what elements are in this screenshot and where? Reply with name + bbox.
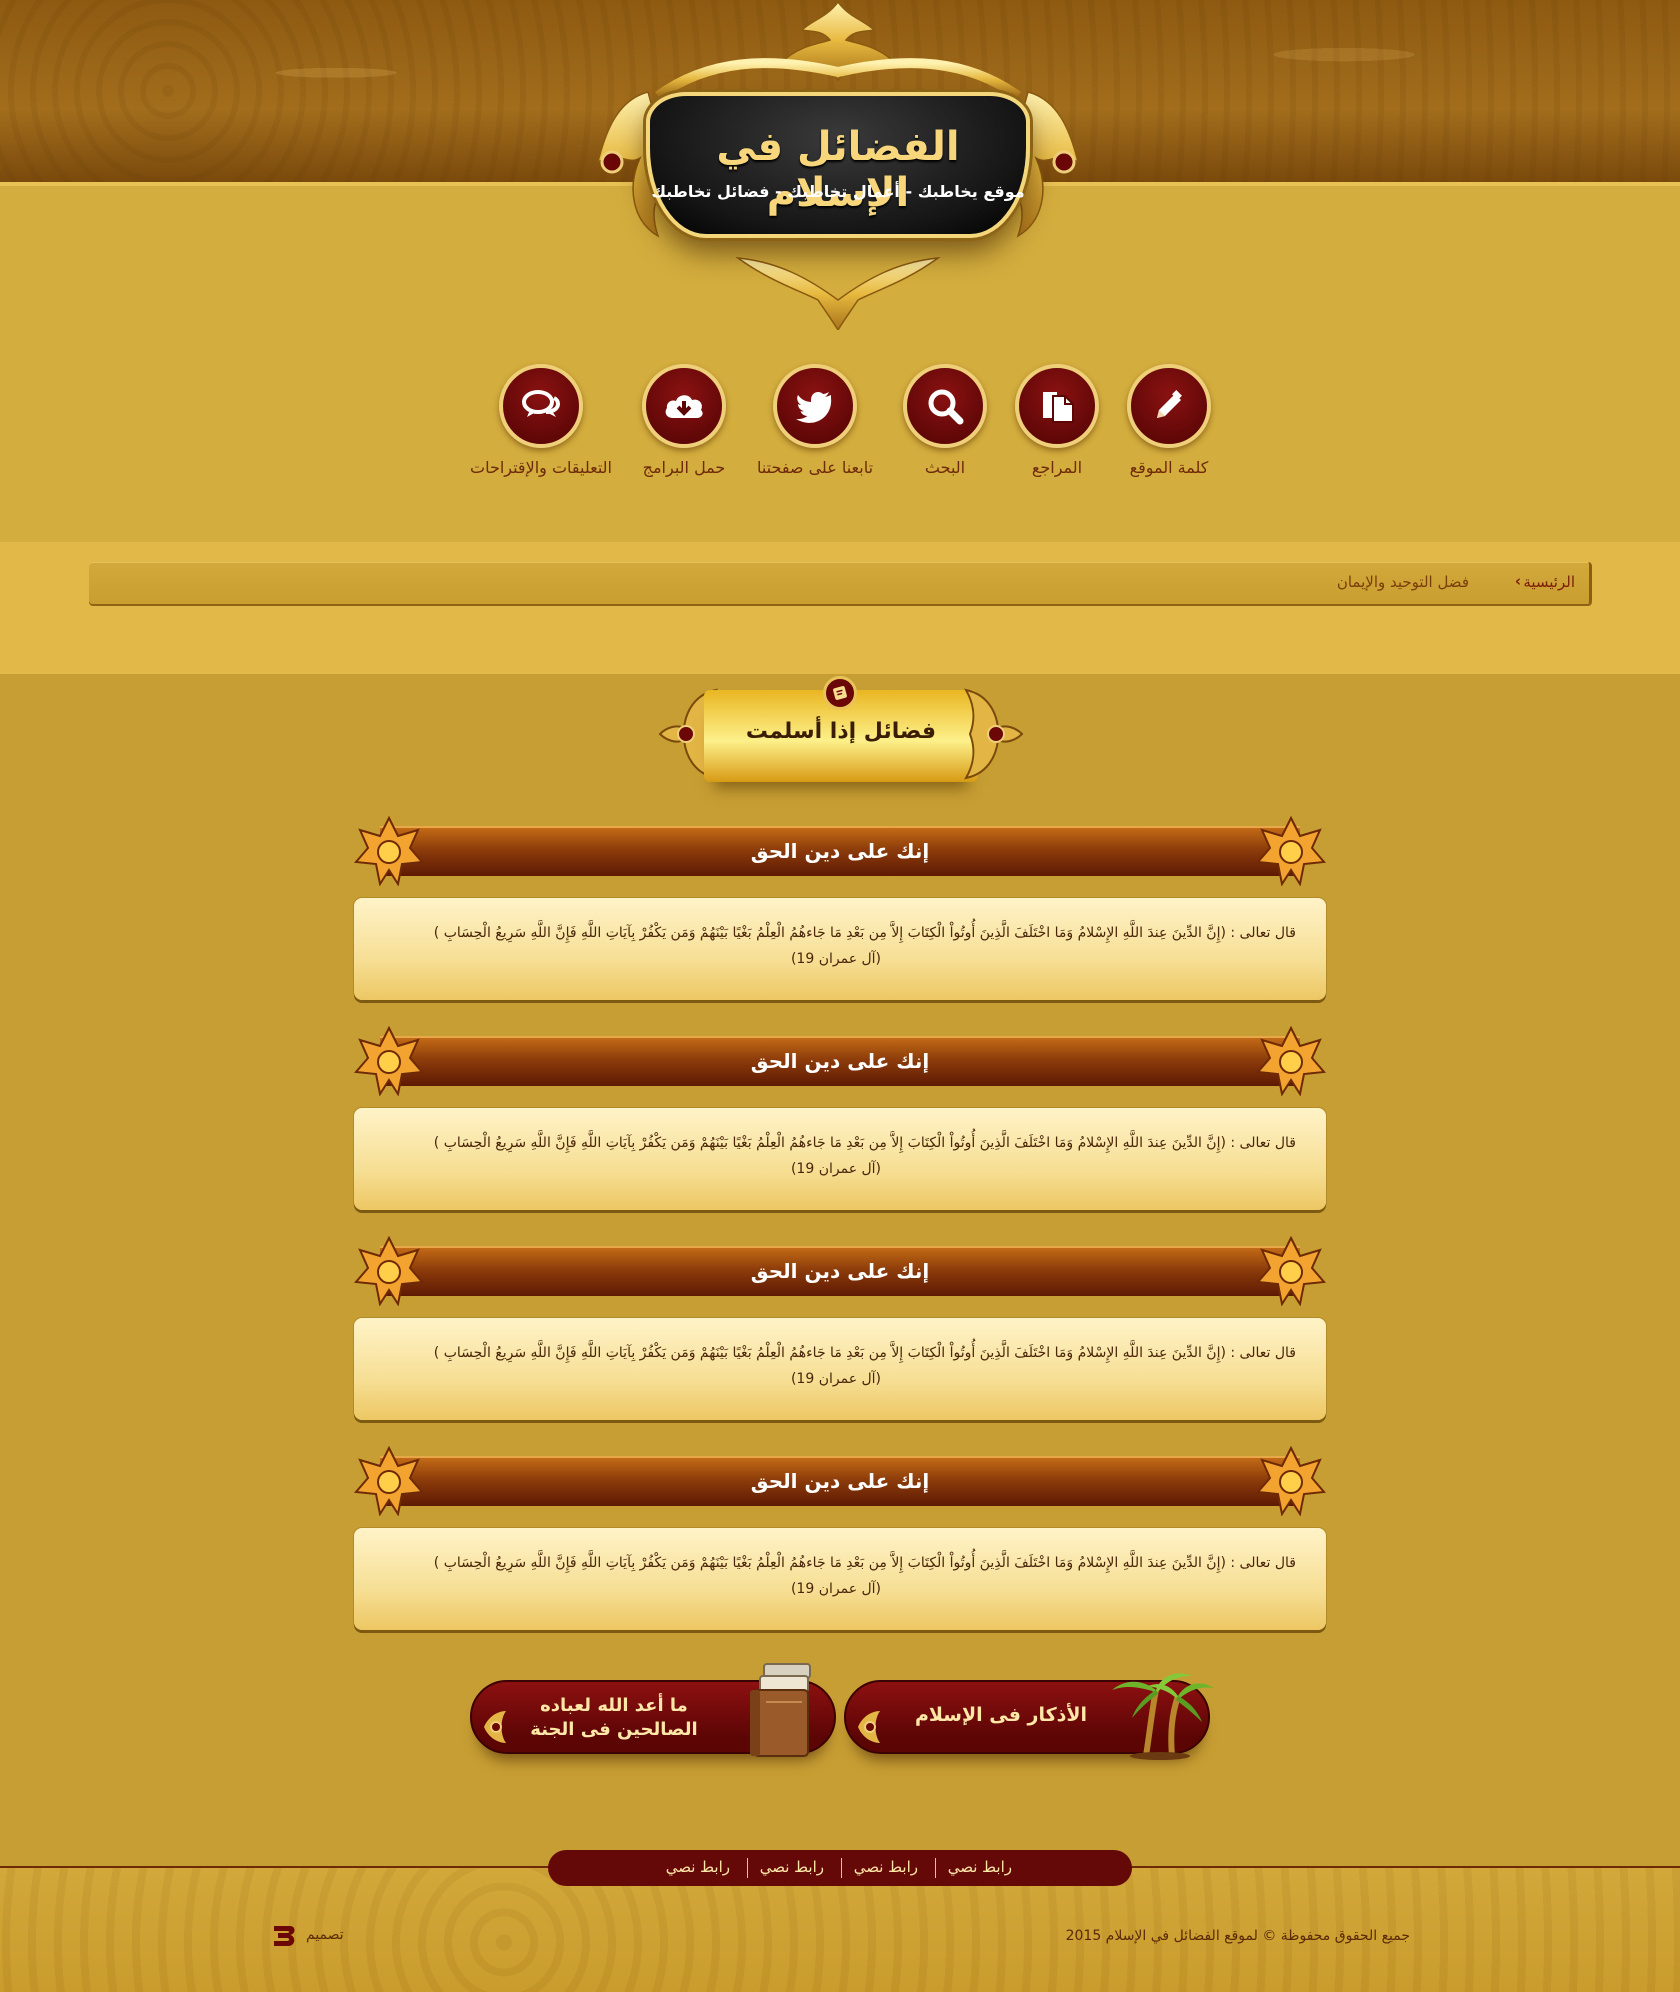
verse-reference: (آل عمران 19) — [790, 1161, 882, 1177]
books-icon — [750, 1663, 811, 1757]
nav-label: التعليقات والإقتراحات — [470, 458, 612, 477]
star-ornament-icon — [1256, 1236, 1326, 1306]
ornament-icon — [858, 1711, 880, 1743]
twitter-icon — [773, 364, 857, 448]
promo-adhkar[interactable]: الأذكار فى الإسلام — [840, 1660, 1220, 1780]
verse-reference: (آل عمران 19) — [790, 1371, 882, 1387]
verse-text: قال تعالى : (إِنَّ الدِّينَ عِندَ اللَّه… — [433, 1345, 1296, 1361]
footer-link-divider — [935, 1858, 936, 1878]
breadcrumb: الرئيسية › فضل التوحيد والإيمان — [89, 562, 1592, 604]
design-label: تصميم — [306, 1927, 344, 1943]
verse-reference: (آل عمران 19) — [790, 951, 882, 967]
promo-label: ما أعد الله لعباده الصالحين فى الجنة — [530, 1695, 698, 1740]
article-heading: إنك على دين الحق — [750, 1049, 930, 1073]
star-ornament-icon — [354, 1236, 424, 1306]
main-nav: كلمة الموقع المراجع البحث تابعنا على صفح… — [0, 364, 1680, 484]
star-ornament-icon — [354, 1026, 424, 1096]
breadcrumb-home-link[interactable]: الرئيسية — [1523, 573, 1575, 591]
promo-label: الأذكار فى الإسلام — [914, 1704, 1088, 1726]
verse-text: قال تعالى : (إِنَّ الدِّينَ عِندَ اللَّه… — [433, 925, 1296, 941]
pencil-icon — [1127, 364, 1211, 448]
article-text: قال تعالى : (إِنَّ الدِّينَ عِندَ اللَّه… — [376, 920, 1296, 972]
article-text: قال تعالى : (إِنَّ الدِّينَ عِندَ اللَّه… — [376, 1340, 1296, 1392]
promo-paradise[interactable]: ما أعد الله لعباده الصالحين فى الجنة — [466, 1660, 846, 1780]
verse-reference: (آل عمران 19) — [790, 1581, 882, 1597]
star-ornament-icon — [354, 1446, 424, 1516]
article-banner: إنك على دين الحق — [354, 1026, 1326, 1096]
star-ornament-icon — [1256, 1446, 1326, 1516]
search-icon — [903, 364, 987, 448]
footer-link-divider — [747, 1858, 748, 1878]
book-icon — [823, 676, 857, 710]
footer-link[interactable]: رابط نصي — [760, 1858, 824, 1876]
designer-logo-icon — [274, 1926, 295, 1946]
article-banner: إنك على دين الحق — [354, 1236, 1326, 1306]
article-card: قال تعالى : (إِنَّ الدِّينَ عِندَ اللَّه… — [354, 1528, 1326, 1630]
article-banner: إنك على دين الحق — [354, 816, 1326, 886]
documents-icon — [1015, 364, 1099, 448]
article-banner-bar: إنك على دين الحق — [380, 1456, 1300, 1506]
article-heading: إنك على دين الحق — [750, 1259, 930, 1283]
logo-plaque: الفضائل في الإسلام موقع يخاطبك - أعمال ت… — [646, 92, 1030, 238]
breadcrumb-current[interactable]: فضل التوحيد والإيمان — [1337, 573, 1469, 591]
article-card: قال تعالى : (إِنَّ الدِّينَ عِندَ اللَّه… — [354, 898, 1326, 1000]
footer-link-divider — [841, 1858, 842, 1878]
article-card: قال تعالى : (إِنَّ الدِّينَ عِندَ اللَّه… — [354, 1108, 1326, 1210]
article-banner-bar: إنك على دين الحق — [380, 1246, 1300, 1296]
footer-link[interactable]: رابط نصي — [854, 1858, 918, 1876]
site-tagline: موقع يخاطبك - أعمال تخاطبك - فضائل تخاطب… — [651, 182, 1025, 201]
article-text: قال تعالى : (إِنَّ الدِّينَ عِندَ اللَّه… — [376, 1130, 1296, 1182]
site-title: الفضائل في الإسلام — [716, 124, 960, 216]
article-banner-bar: إنك على دين الحق — [380, 1036, 1300, 1086]
palm-tree-icon — [1112, 1673, 1214, 1760]
chevron-right-icon: › — [1514, 572, 1521, 590]
article-banner-bar: إنك على دين الحق — [380, 826, 1300, 876]
article-text: قال تعالى : (إِنَّ الدِّينَ عِندَ اللَّه… — [376, 1550, 1296, 1602]
article-banner: إنك على دين الحق — [354, 1446, 1326, 1516]
nav-label: حمل البرامج — [642, 458, 726, 477]
nav-item-download[interactable]: حمل البرامج — [604, 364, 764, 477]
verse-text: قال تعالى : (إِنَّ الدِّينَ عِندَ اللَّه… — [433, 1555, 1296, 1571]
star-ornament-icon — [354, 816, 424, 886]
verse-text: قال تعالى : (إِنَّ الدِّينَ عِندَ اللَّه… — [433, 1135, 1296, 1151]
star-ornament-icon — [1256, 1026, 1326, 1096]
site-logo[interactable]: الفضائل في الإسلام موقع يخاطبك - أعمال ت… — [588, 0, 1088, 330]
ornament-right-icon — [964, 688, 1024, 780]
footer-link[interactable]: رابط نصي — [666, 1858, 730, 1876]
footer-link[interactable]: رابط نصي — [948, 1858, 1012, 1876]
footer-links: رابط نصي رابط نصي رابط نصي رابط نصي — [548, 1850, 1132, 1886]
nav-item-comments[interactable]: التعليقات والإقتراحات — [461, 364, 621, 477]
article-heading: إنك على دين الحق — [750, 1469, 930, 1493]
article-card: قال تعالى : (إِنَّ الدِّينَ عِندَ اللَّه… — [354, 1318, 1326, 1420]
section-title: فضائل إذا أسلمت — [745, 719, 937, 744]
comments-icon — [499, 364, 583, 448]
cloud-download-icon — [642, 364, 726, 448]
breadcrumb-band: الرئيسية › فضل التوحيد والإيمان — [0, 542, 1680, 674]
article-heading: إنك على دين الحق — [750, 839, 930, 863]
star-ornament-icon — [1256, 816, 1326, 886]
section-title-plaque: فضائل إذا أسلمت — [656, 676, 1026, 806]
copyright-text: جميع الحقوق محفوظة © لموقع الفضائل في ال… — [1065, 1928, 1410, 1944]
